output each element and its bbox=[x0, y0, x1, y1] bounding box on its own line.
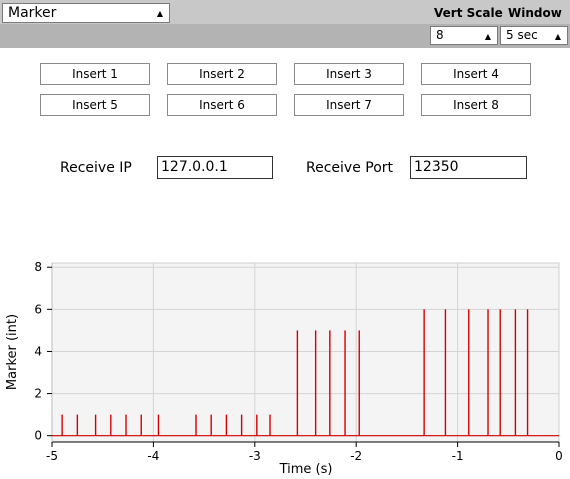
insert-3-button[interactable]: Insert 3 bbox=[294, 63, 404, 85]
y-axis-label: Marker (int) bbox=[5, 314, 20, 390]
window-value: 5 sec bbox=[506, 28, 538, 42]
window-select[interactable]: 5 sec ▲ bbox=[500, 26, 568, 45]
y-tick-label: 8 bbox=[34, 260, 42, 274]
stream-select[interactable]: Marker ▲ bbox=[2, 3, 170, 23]
y-axis-ticks: 0 2 4 6 8 bbox=[34, 260, 52, 443]
vert-scale-value: 8 bbox=[436, 28, 444, 42]
x-axis-ticks: -5 -4 -3 -2 -1 0 bbox=[46, 442, 563, 463]
insert-6-button[interactable]: Insert 6 bbox=[167, 94, 277, 116]
insert-8-button[interactable]: Insert 8 bbox=[421, 94, 531, 116]
stream-select-value: Marker bbox=[8, 5, 57, 21]
vert-scale-label: Vert Scale bbox=[434, 6, 503, 20]
y-tick-label: 4 bbox=[34, 344, 42, 358]
y-tick-label: 0 bbox=[34, 429, 42, 443]
x-axis-label: Time (s) bbox=[279, 462, 333, 477]
insert-5-button[interactable]: Insert 5 bbox=[40, 94, 150, 116]
insert-4-button[interactable]: Insert 4 bbox=[421, 63, 531, 85]
x-tick-label: -5 bbox=[46, 449, 58, 463]
caret-up-icon: ▲ bbox=[484, 32, 491, 41]
caret-up-icon: ▲ bbox=[554, 32, 561, 41]
caret-up-icon: ▲ bbox=[156, 9, 163, 18]
receive-port-field[interactable]: 12350 bbox=[410, 156, 527, 179]
insert-2-button[interactable]: Insert 2 bbox=[167, 63, 277, 85]
x-tick-label: -2 bbox=[350, 449, 362, 463]
receive-port-label: Receive Port bbox=[306, 160, 394, 176]
y-tick-label: 2 bbox=[34, 387, 42, 401]
plot-area bbox=[51, 262, 560, 443]
receive-ip-label: Receive IP bbox=[60, 160, 132, 176]
x-tick-label: 0 bbox=[555, 449, 563, 463]
insert-7-button[interactable]: Insert 7 bbox=[294, 94, 404, 116]
vert-scale-select[interactable]: 8 ▲ bbox=[430, 26, 498, 45]
x-tick-label: -3 bbox=[249, 449, 261, 463]
y-tick-label: 6 bbox=[34, 302, 42, 316]
receive-ip-field[interactable]: 127.0.0.1 bbox=[157, 156, 273, 179]
insert-1-button[interactable]: Insert 1 bbox=[40, 63, 150, 85]
window-label: Window bbox=[508, 6, 562, 20]
x-tick-label: -1 bbox=[452, 449, 464, 463]
x-tick-label: -4 bbox=[147, 449, 159, 463]
marker-chart: -5 -4 -3 -2 -1 0 0 2 4 6 8 Time (s) Marker (int) bbox=[5, 260, 563, 477]
